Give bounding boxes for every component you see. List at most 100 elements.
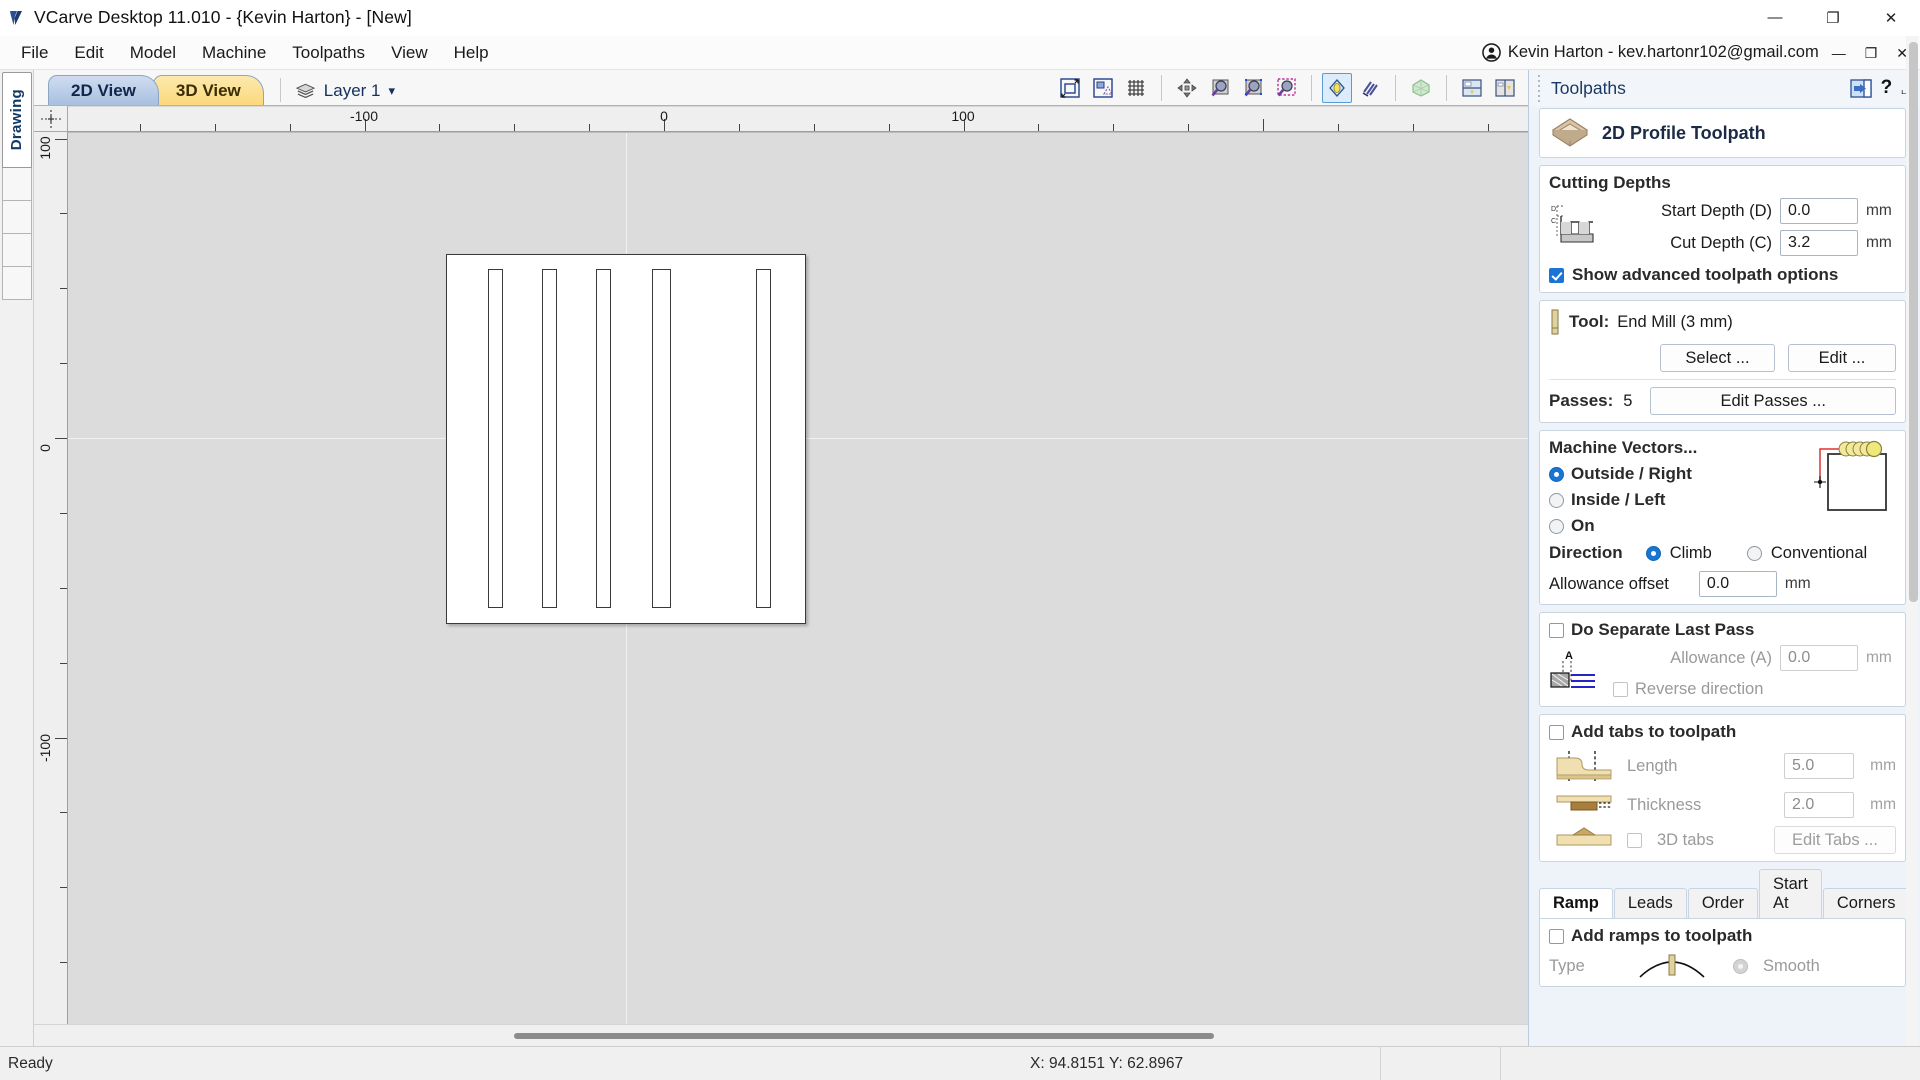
user-avatar-icon[interactable] xyxy=(1482,43,1501,62)
edit-passes-button[interactable]: Edit Passes ... xyxy=(1650,387,1896,415)
zoom-selected-icon[interactable] xyxy=(1271,73,1301,103)
cut-depth-input[interactable]: 3.2 xyxy=(1780,230,1858,256)
zoom-to-drawing-icon[interactable] xyxy=(1088,73,1118,103)
left-strip-box-2[interactable] xyxy=(1,201,32,234)
chevron-down-icon[interactable]: ▾ xyxy=(388,83,395,99)
window-maximize-button[interactable]: ❐ xyxy=(1804,0,1862,36)
vector-slot[interactable] xyxy=(542,269,557,608)
menu-file[interactable]: File xyxy=(8,38,61,68)
menu-help[interactable]: Help xyxy=(441,38,502,68)
tool-name-value: End Mill (3 mm) xyxy=(1617,312,1733,331)
collapse-panel-icon[interactable] xyxy=(1849,78,1872,98)
ruler-major-tick xyxy=(1263,119,1264,131)
allowance-offset-input[interactable]: 0.0 xyxy=(1698,571,1777,597)
cutting-depths-title: Cutting Depths xyxy=(1549,173,1671,192)
start-depth-input[interactable]: 0.0 xyxy=(1780,198,1858,224)
show-toolpath-icon[interactable] xyxy=(1322,73,1352,103)
canvas-scroll-thumb[interactable] xyxy=(514,1032,1214,1039)
ruler-major-tick xyxy=(55,138,67,140)
radio-inside-left[interactable] xyxy=(1549,492,1564,508)
layer-selector[interactable]: Layer 1 ▾ xyxy=(295,81,395,105)
window-close-button[interactable]: ✕ xyxy=(1862,0,1920,36)
edit-tabs-button[interactable]: Edit Tabs ... xyxy=(1774,826,1896,854)
select-tool-button[interactable]: Select ... xyxy=(1660,344,1775,372)
menu-model[interactable]: Model xyxy=(117,38,189,68)
tab-corners[interactable]: Corners xyxy=(1822,888,1910,918)
zoom-extents-icon[interactable] xyxy=(1238,73,1268,103)
status-divider-2 xyxy=(1500,1046,1501,1080)
edit-tool-button[interactable]: Edit ... xyxy=(1788,344,1896,372)
menu-edit[interactable]: Edit xyxy=(61,38,116,68)
toolpaths-panel-body[interactable]: 2D Profile Toolpath Cutting Depths D C S… xyxy=(1529,106,1920,1046)
split-view-vertical-icon[interactable] xyxy=(1490,73,1520,103)
toolbar-divider xyxy=(279,78,281,102)
tab-2d-view[interactable]: 2D View xyxy=(48,75,159,105)
tab-3d-view[interactable]: 3D View xyxy=(152,75,264,105)
split-view-horizontal-icon[interactable] xyxy=(1457,73,1487,103)
vector-slot[interactable] xyxy=(652,269,671,608)
menu-toolpaths[interactable]: Toolpaths xyxy=(279,38,378,68)
window-minimize-button[interactable]: — xyxy=(1746,0,1804,36)
tab-length-icon xyxy=(1549,748,1619,784)
zoom-to-selection-icon[interactable] xyxy=(1055,73,1085,103)
cut-depth-label: Cut Depth (C) xyxy=(1670,233,1772,252)
zoom-box-icon[interactable] xyxy=(1205,73,1235,103)
tab-length-input[interactable]: 5.0 xyxy=(1784,753,1854,779)
add-tabs-checkbox[interactable] xyxy=(1549,724,1564,740)
left-strip-box-3[interactable] xyxy=(1,234,32,267)
tab-order[interactable]: Order xyxy=(1687,888,1758,918)
tab-leads[interactable]: Leads xyxy=(1613,888,1687,918)
direction-label: Direction xyxy=(1549,543,1623,562)
start-depth-label: Start Depth (D) xyxy=(1661,201,1772,220)
svg-text:D: D xyxy=(1551,206,1556,213)
show-advanced-checkbox[interactable] xyxy=(1549,267,1564,283)
vector-slot[interactable] xyxy=(488,269,503,608)
panel-drag-grip[interactable] xyxy=(1535,74,1545,102)
doc-restore-button[interactable]: ❐ xyxy=(1859,46,1884,60)
radio-ramp-smooth[interactable] xyxy=(1733,958,1748,974)
doc-minimize-button[interactable]: — xyxy=(1826,46,1852,60)
toolbar-divider xyxy=(1161,75,1162,101)
vertical-ruler[interactable]: 100 0 -100 xyxy=(34,132,68,1024)
panel-scrollbar-thumb[interactable] xyxy=(1909,42,1918,602)
reverse-direction-checkbox[interactable] xyxy=(1613,682,1628,697)
status-bar: Ready X: 94.8151 Y: 62.8967 xyxy=(0,1046,1920,1080)
tab-start-at[interactable]: Start At xyxy=(1759,869,1822,918)
menu-machine[interactable]: Machine xyxy=(189,38,279,68)
drawing-tab[interactable]: Drawing xyxy=(1,72,32,168)
ruler-minor-tick xyxy=(60,363,67,365)
radio-climb[interactable] xyxy=(1645,545,1661,561)
3d-tabs-checkbox[interactable] xyxy=(1627,832,1642,848)
vector-slot[interactable] xyxy=(756,269,771,608)
ruler-origin-button[interactable] xyxy=(34,106,68,132)
toggle-grid-icon[interactable] xyxy=(1121,73,1151,103)
help-icon[interactable]: ? xyxy=(1881,77,1893,99)
add-ramps-checkbox[interactable] xyxy=(1549,928,1564,944)
pan-view-icon[interactable] xyxy=(1172,73,1202,103)
canvas-horizontal-scrollbar[interactable] xyxy=(34,1024,1528,1046)
radio-on[interactable] xyxy=(1549,518,1564,534)
inside-left-label: Inside / Left xyxy=(1571,490,1666,509)
ruler-minor-tick xyxy=(60,887,67,889)
ruler-label-h-1: 0 xyxy=(660,108,668,124)
separate-last-pass-group: Do Separate Last Pass A Allowance (A) 0.… xyxy=(1539,612,1906,707)
show-3d-model-icon[interactable] xyxy=(1406,73,1436,103)
radio-conventional[interactable] xyxy=(1746,545,1762,561)
radio-outside-right[interactable] xyxy=(1549,466,1564,482)
horizontal-ruler[interactable]: -100 0 100 xyxy=(68,106,1528,132)
machine-vectors-group: Machine Vectors... Outside / Right Insid… xyxy=(1539,430,1906,605)
show-toolpath-3d-icon[interactable] xyxy=(1355,73,1385,103)
tab-thickness-input[interactable]: 2.0 xyxy=(1784,792,1854,818)
ruler-label-v-0: 100 xyxy=(37,136,53,160)
left-strip-box-4[interactable] xyxy=(1,267,32,300)
toolpaths-panel: Toolpaths ? ⑀ xyxy=(1528,36,1920,1080)
menu-view[interactable]: View xyxy=(378,38,441,68)
left-strip-box-1[interactable] xyxy=(1,168,32,201)
vector-slot[interactable] xyxy=(596,269,611,608)
last-pass-allowance-input[interactable]: 0.0 xyxy=(1780,645,1858,671)
drawing-canvas[interactable] xyxy=(68,132,1528,1024)
do-separate-last-pass-checkbox[interactable] xyxy=(1549,622,1564,638)
layer-name-label: Layer 1 xyxy=(323,81,381,100)
tab-ramp[interactable]: Ramp xyxy=(1539,888,1613,918)
ruler-label-v-1: 0 xyxy=(37,444,53,452)
